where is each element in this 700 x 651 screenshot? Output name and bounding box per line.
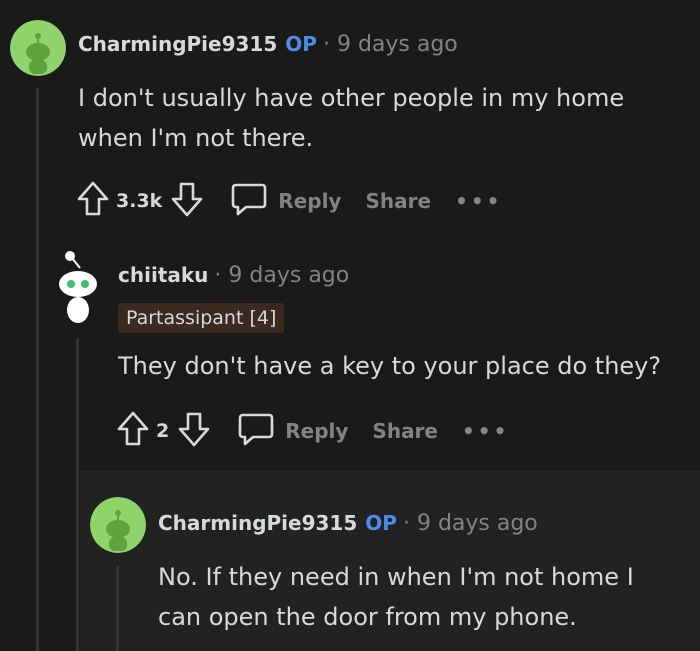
comment-meta: CharmingPie9315 OP 9 days ago <box>158 511 538 536</box>
comment-actions: 2 Reply Share ••• <box>116 410 509 452</box>
upvote-icon[interactable] <box>76 180 110 222</box>
share-button[interactable]: Share <box>372 419 438 443</box>
more-icon[interactable]: ••• <box>455 189 502 213</box>
reply-button[interactable]: Reply <box>278 189 341 213</box>
downvote-icon[interactable] <box>177 410 211 452</box>
user-flair: Partassipant [4] <box>118 303 285 333</box>
reply-button[interactable]: Reply <box>285 419 348 443</box>
username[interactable]: CharmingPie9315 <box>78 32 277 56</box>
comment-icon[interactable] <box>237 411 275 451</box>
vote-score: 3.3k <box>116 190 163 212</box>
comment-body: I don't usually have other people in my … <box>78 78 624 158</box>
comment-meta: CharmingPie9315 OP 9 days ago <box>78 32 458 57</box>
comment-body: They don't have a key to your place do t… <box>118 346 661 386</box>
comment-line: They don't have a key to your place do t… <box>118 352 662 380</box>
downvote-icon[interactable] <box>170 180 204 222</box>
snoo-avatar-icon <box>90 497 146 553</box>
op-badge: OP <box>365 511 397 535</box>
thread-line[interactable] <box>76 338 79 651</box>
comment-line: when I'm not there. <box>78 124 314 152</box>
thread-line[interactable] <box>116 566 119 651</box>
comment-meta: chiitaku 9 days ago <box>118 263 349 288</box>
vote-score: 2 <box>156 420 170 442</box>
avatar[interactable] <box>10 20 66 76</box>
timestamp[interactable]: 9 days ago <box>323 32 458 57</box>
thread-line[interactable] <box>36 88 39 651</box>
comment-body: No. If they need in when I'm not home I … <box>158 557 634 637</box>
snoo-avatar-icon <box>51 251 105 323</box>
avatar[interactable] <box>50 248 106 332</box>
more-icon[interactable]: ••• <box>462 419 509 443</box>
upvote-icon[interactable] <box>116 410 150 452</box>
avatar[interactable] <box>90 497 146 553</box>
snoo-avatar-icon <box>10 20 66 76</box>
timestamp[interactable]: 9 days ago <box>214 263 349 288</box>
op-badge: OP <box>285 32 317 56</box>
comment-line: No. If they need in when I'm not home I <box>158 563 634 591</box>
share-button[interactable]: Share <box>365 189 431 213</box>
comment-line: can open the door from my phone. <box>158 603 577 631</box>
timestamp[interactable]: 9 days ago <box>403 511 538 536</box>
username[interactable]: chiitaku <box>118 263 208 287</box>
comment-icon[interactable] <box>230 181 268 221</box>
username[interactable]: CharmingPie9315 <box>158 511 357 535</box>
comment-line: I don't usually have other people in my … <box>78 84 625 112</box>
comment-actions: 3.3k Reply Share ••• <box>76 180 502 222</box>
